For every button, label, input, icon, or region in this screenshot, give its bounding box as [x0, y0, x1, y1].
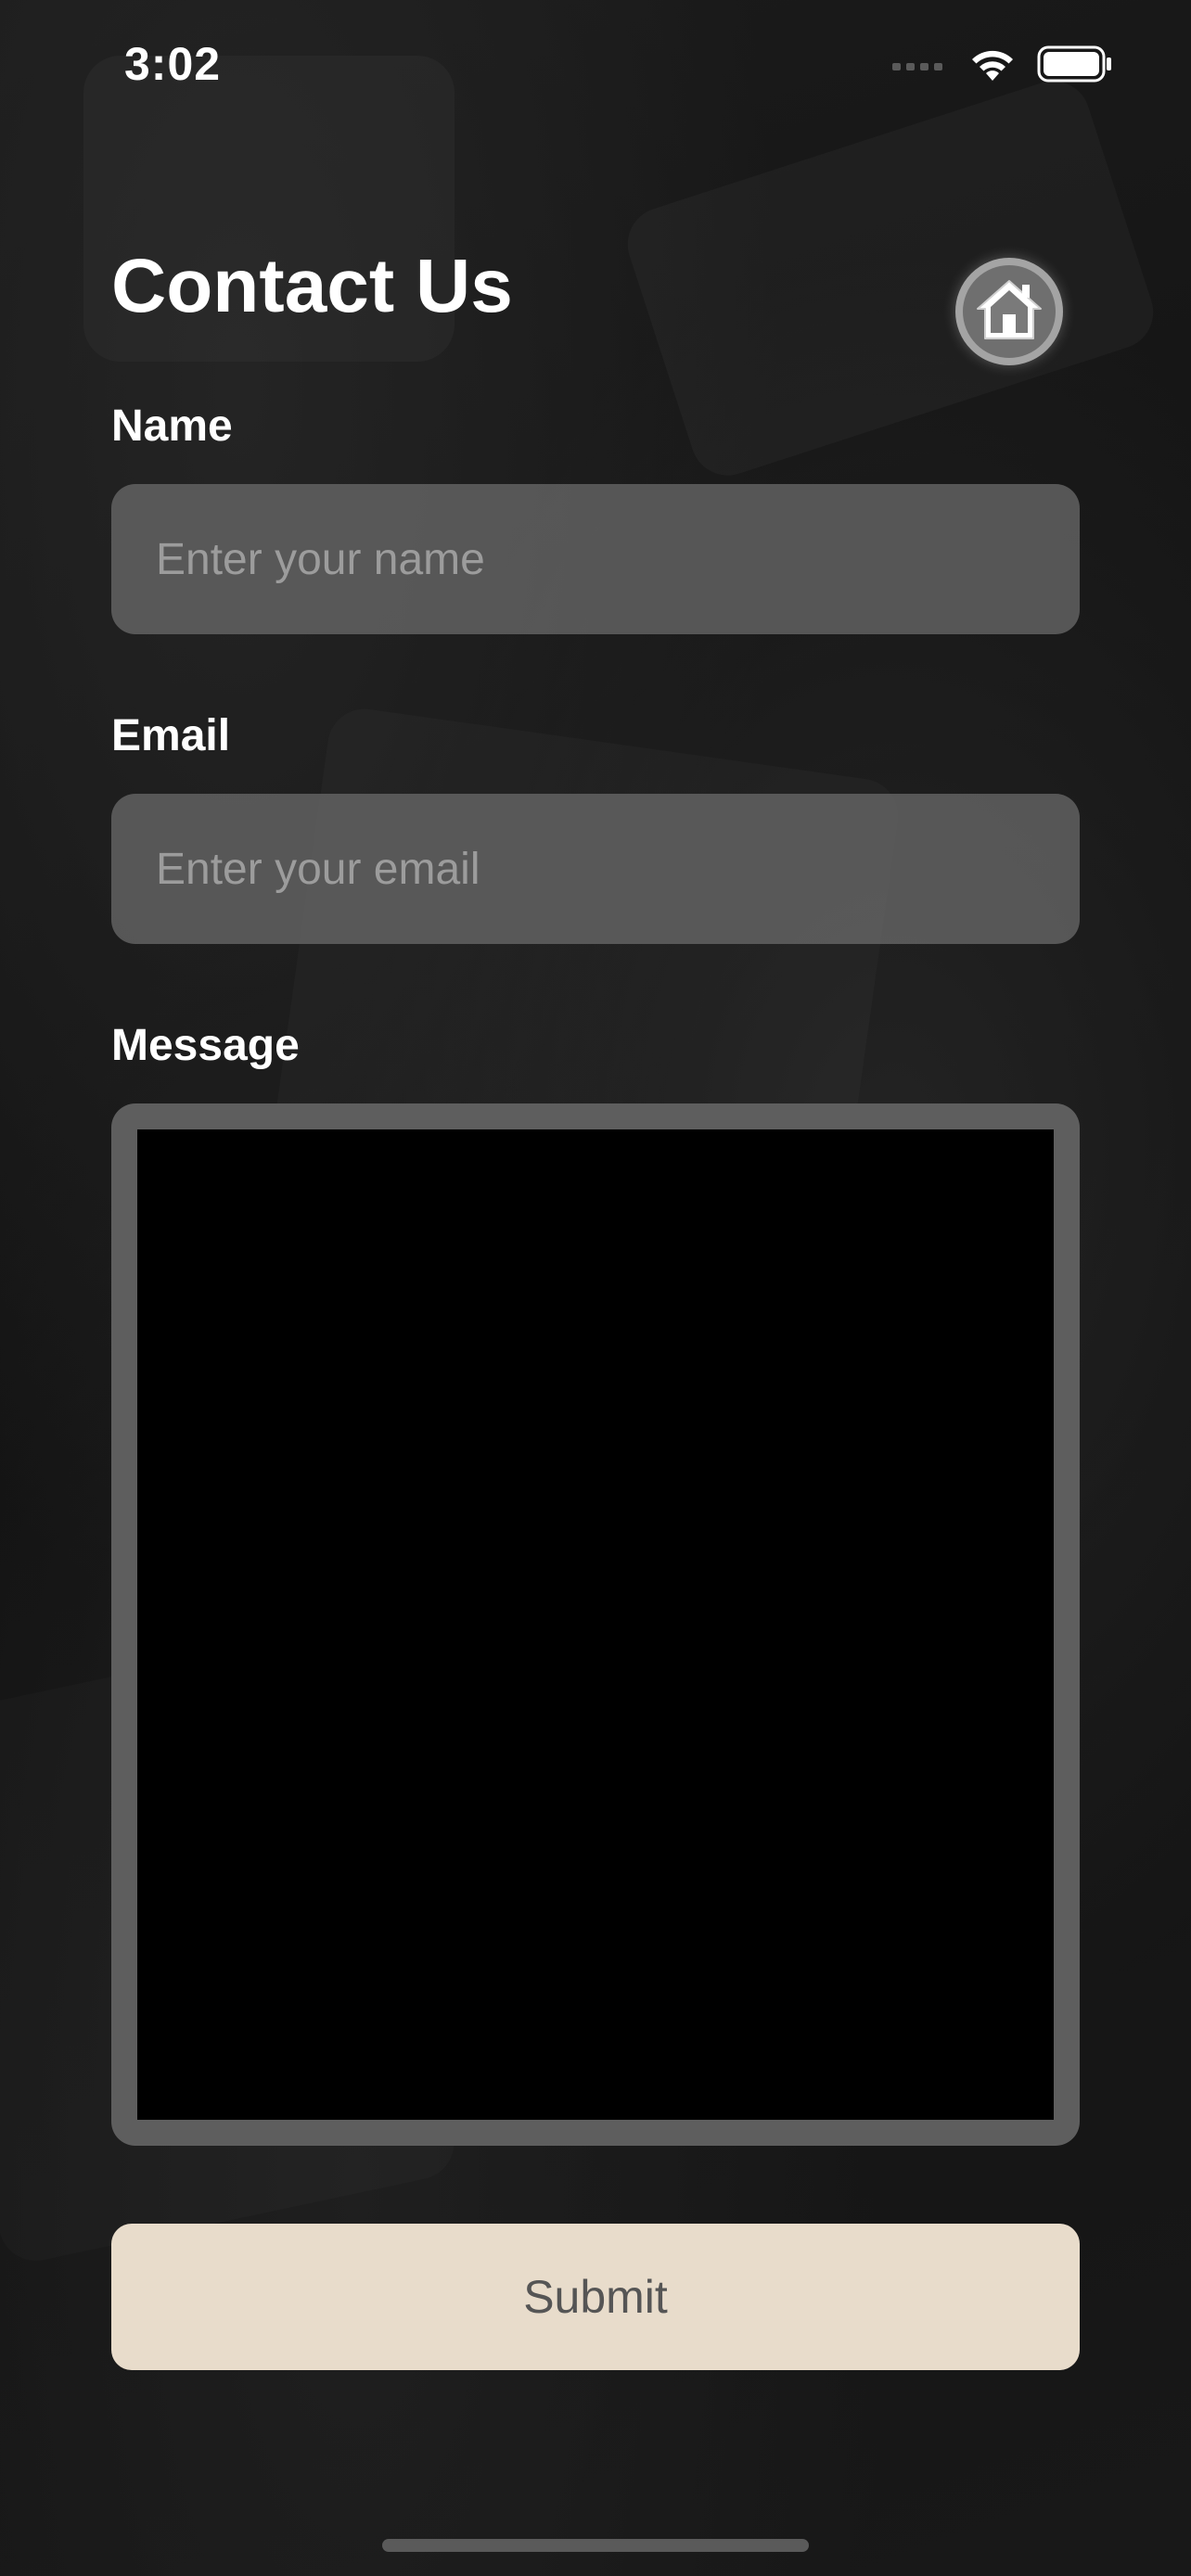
- email-input[interactable]: [111, 794, 1080, 944]
- status-icons: [892, 43, 1113, 89]
- home-indicator: [382, 2539, 809, 2552]
- battery-icon: [1037, 45, 1113, 87]
- page-title: Contact Us: [111, 244, 513, 328]
- message-textarea[interactable]: [137, 1129, 1054, 2120]
- wifi-icon: [968, 45, 1017, 87]
- contact-screen: 3:02 Contact Us Name Enter your name Ema…: [0, 0, 1191, 2576]
- name-label: Name: [111, 402, 233, 451]
- home-button[interactable]: [955, 258, 1063, 365]
- status-bar: 3:02: [0, 0, 1191, 130]
- background-decoration: [618, 71, 1162, 485]
- house-icon: [974, 277, 1044, 347]
- name-input[interactable]: [111, 484, 1080, 634]
- message-label: Message: [111, 1021, 300, 1070]
- message-field-frame: [111, 1103, 1080, 2146]
- submit-button[interactable]: Submit: [111, 2224, 1080, 2370]
- cellular-signal-icon: [892, 57, 948, 75]
- status-time: 3:02: [124, 38, 222, 90]
- email-label: Email: [111, 711, 231, 760]
